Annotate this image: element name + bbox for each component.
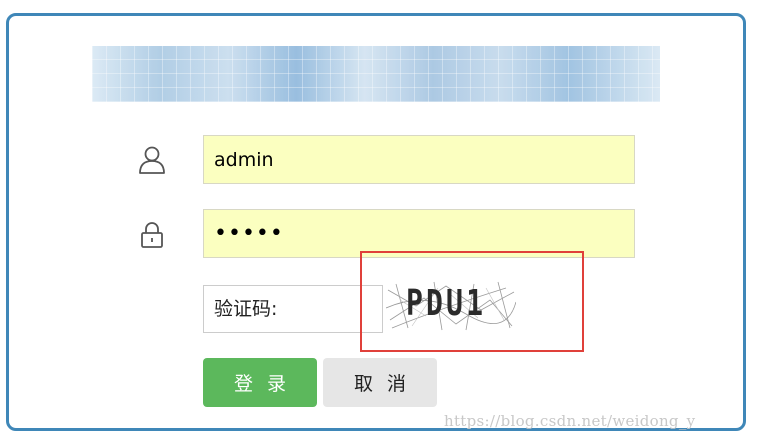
watermark-url: https://blog.csdn.net/weidong_y [444, 412, 696, 430]
captcha-highlight-box [360, 251, 584, 352]
username-input[interactable] [203, 135, 635, 184]
lock-icon [141, 222, 163, 248]
user-icon [139, 146, 165, 174]
login-button[interactable]: 登录 [203, 358, 317, 407]
captcha-input[interactable]: 验证码: [203, 285, 383, 333]
blurred-title [92, 46, 660, 102]
cancel-button[interactable]: 取消 [323, 358, 437, 407]
